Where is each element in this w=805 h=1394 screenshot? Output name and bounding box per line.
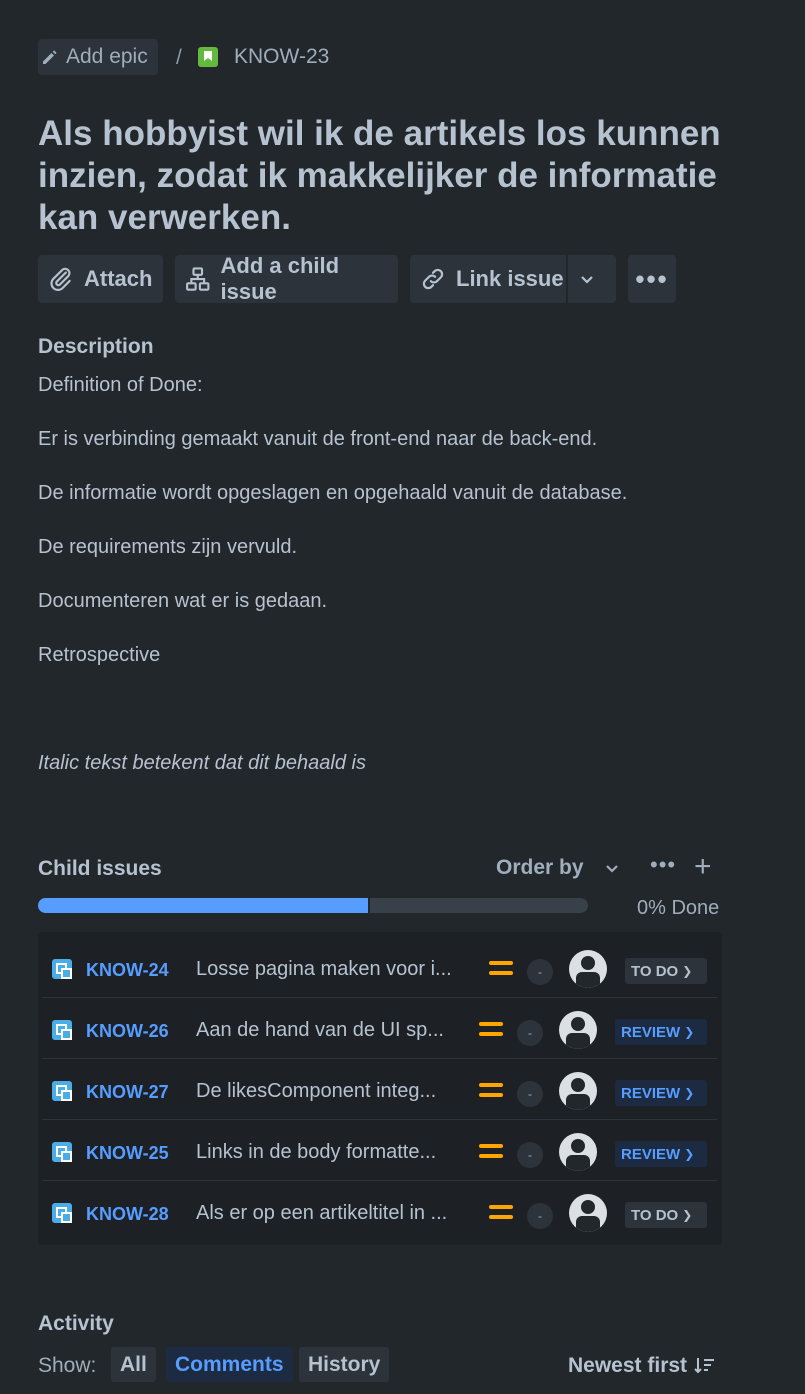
status-label: TO DO <box>631 962 679 980</box>
priority-medium-icon <box>479 1022 503 1036</box>
child-issue-row[interactable]: KNOW-24 Losse pagina maken voor i... - T… <box>42 936 717 998</box>
link-issue-label: Link issue <box>456 266 564 291</box>
subtask-icon <box>52 1081 72 1101</box>
breadcrumb-issue[interactable]: KNOW-23 <box>198 45 329 69</box>
child-issue-key[interactable]: KNOW-27 <box>86 1082 169 1103</box>
chevron-down-icon: ❯ <box>684 1147 695 1161</box>
status-label: REVIEW <box>621 1023 681 1041</box>
link-icon <box>422 268 444 290</box>
child-issues-list: KNOW-24 Losse pagina maken voor i... - T… <box>38 932 722 1245</box>
estimate-badge: - <box>527 959 553 985</box>
status-dropdown[interactable]: REVIEW ❯ <box>615 1080 707 1106</box>
child-issue-key[interactable]: KNOW-25 <box>86 1143 169 1164</box>
tab-history[interactable]: History <box>299 1347 390 1382</box>
add-child-issue-button[interactable]: Add a child issue <box>175 253 398 304</box>
issue-title[interactable]: Als hobbyist wil ik de artikels los kunn… <box>38 113 738 239</box>
child-issue-key[interactable]: KNOW-24 <box>86 960 169 981</box>
chevron-down-icon <box>581 276 593 284</box>
progress-label: 0% Done <box>637 897 720 919</box>
paperclip-icon <box>50 267 71 291</box>
chevron-down-icon <box>606 865 618 873</box>
chevron-down-icon: ❯ <box>682 964 693 978</box>
link-issue-button[interactable]: Link issue <box>410 255 566 303</box>
status-dropdown[interactable]: REVIEW ❯ <box>615 1141 707 1167</box>
priority-medium-icon <box>489 961 513 975</box>
order-by-button[interactable]: Order by <box>496 856 584 880</box>
child-issues-heading: Child issues <box>38 857 162 880</box>
priority-medium-icon <box>479 1083 503 1097</box>
order-by-label: Order by <box>496 856 584 879</box>
order-by-chevron[interactable] <box>604 856 620 885</box>
child-issue-row[interactable]: KNOW-25 Links in de body formatte... - R… <box>42 1119 717 1181</box>
pencil-icon <box>43 50 57 64</box>
description-line: Retrospective <box>38 644 161 666</box>
status-dropdown[interactable]: REVIEW ❯ <box>615 1019 707 1045</box>
child-issue-summary[interactable]: Losse pagina maken voor i... <box>196 958 466 981</box>
activity-heading: Activity <box>38 1312 114 1335</box>
more-actions-button[interactable]: ••• <box>628 255 676 303</box>
description-line: De requirements zijn vervuld. <box>38 536 297 558</box>
subtask-icon <box>52 1142 72 1162</box>
child-issue-row[interactable]: KNOW-28 Als er op een artikeltitel in ..… <box>42 1180 717 1241</box>
description-heading: Description <box>38 335 154 358</box>
add-child-label: Add a child issue <box>220 253 340 304</box>
attach-button[interactable]: Attach <box>38 255 163 303</box>
add-epic-button[interactable]: Add epic <box>38 39 158 75</box>
subtask-icon <box>52 1020 72 1040</box>
estimate-badge: - <box>517 1020 543 1046</box>
subtask-icon <box>52 1203 72 1223</box>
status-label: REVIEW <box>621 1145 681 1163</box>
breadcrumb-separator: / <box>176 46 182 69</box>
priority-medium-icon <box>489 1205 513 1219</box>
add-epic-label: Add epic <box>66 45 148 68</box>
chevron-down-icon: ❯ <box>682 1208 693 1222</box>
chevron-down-icon: ❯ <box>684 1086 695 1100</box>
description-line: Definition of Done: <box>38 374 203 396</box>
child-issue-key[interactable]: KNOW-26 <box>86 1021 169 1042</box>
status-dropdown[interactable]: TO DO ❯ <box>625 1202 707 1228</box>
tab-comments[interactable]: Comments <box>166 1347 293 1382</box>
child-issue-row[interactable]: KNOW-27 De likesComponent integ... - REV… <box>42 1058 717 1120</box>
description-line: De informatie wordt opgeslagen en opgeha… <box>38 482 628 504</box>
sort-icon <box>694 1358 715 1374</box>
subtask-icon <box>52 959 72 979</box>
status-dropdown[interactable]: TO DO ❯ <box>625 958 707 984</box>
description-line: Er is verbinding gemaakt vanuit de front… <box>38 428 598 450</box>
issue-key: KNOW-23 <box>234 45 330 68</box>
status-label: REVIEW <box>621 1084 681 1102</box>
avatar-icon[interactable] <box>559 1133 597 1171</box>
progress-fill <box>38 898 370 913</box>
estimate-badge: - <box>517 1142 543 1168</box>
child-issue-summary[interactable]: Links in de body formatte... <box>196 1141 466 1164</box>
child-issue-key[interactable]: KNOW-28 <box>86 1204 169 1225</box>
child-issues-more-button[interactable]: ••• <box>650 852 676 878</box>
status-label: TO DO <box>631 1206 679 1224</box>
child-issue-summary[interactable]: De likesComponent integ... <box>196 1080 466 1103</box>
avatar-icon[interactable] <box>569 1194 607 1232</box>
estimate-badge: - <box>517 1081 543 1107</box>
child-issues-progress-bar <box>38 898 588 913</box>
child-issue-summary[interactable]: Aan de hand van de UI sp... <box>196 1019 466 1042</box>
avatar-icon[interactable] <box>559 1072 597 1110</box>
avatar-icon[interactable] <box>569 950 607 988</box>
description-line: Documenteren wat er is gedaan. <box>38 590 328 612</box>
hierarchy-icon <box>186 267 210 291</box>
sort-order-label: Newest first <box>568 1354 688 1377</box>
tab-all[interactable]: All <box>111 1347 156 1382</box>
story-icon <box>198 47 218 67</box>
child-issue-row[interactable]: KNOW-26 Aan de hand van de UI sp... - RE… <box>42 997 717 1059</box>
link-issue-dropdown-button[interactable] <box>568 255 616 303</box>
avatar-icon[interactable] <box>559 1011 597 1049</box>
attach-label: Attach <box>84 266 153 291</box>
child-issue-summary[interactable]: Als er op een artikeltitel in ... <box>196 1202 466 1225</box>
chevron-down-icon: ❯ <box>684 1025 695 1039</box>
sort-order-button[interactable]: Newest first <box>568 1354 717 1378</box>
show-label: Show: <box>38 1354 97 1377</box>
more-icon: ••• <box>635 263 669 294</box>
estimate-badge: - <box>527 1203 553 1229</box>
priority-medium-icon <box>479 1144 503 1158</box>
add-child-plus-button[interactable]: + <box>694 852 712 882</box>
description-italic-note: Italic tekst betekent dat dit behaald is <box>38 752 366 774</box>
